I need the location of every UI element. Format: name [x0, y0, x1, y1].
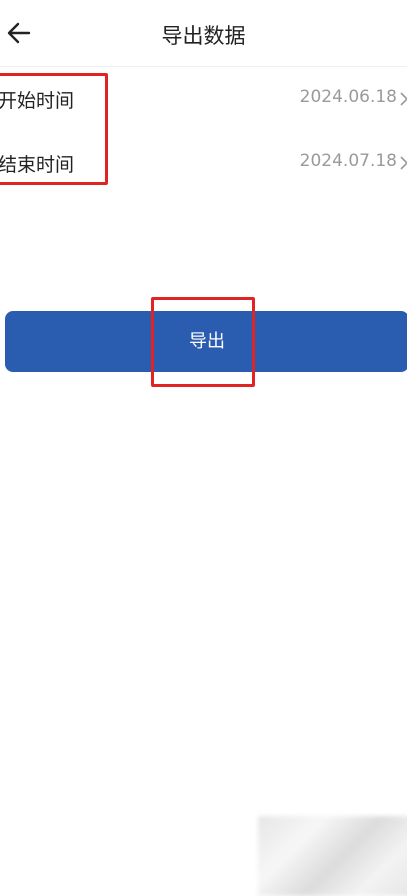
end-time-row[interactable]: 结束时间 2024.07.18 — [0, 139, 407, 187]
start-time-label: 开始时间 — [0, 90, 75, 112]
export-button-label: 导出 — [189, 331, 225, 351]
export-button[interactable]: 导出 — [5, 311, 407, 372]
end-time-label: 结束时间 — [0, 154, 75, 176]
watermark — [258, 816, 407, 896]
end-time-value: 2024.07.18 — [299, 151, 397, 171]
start-time-row[interactable]: 开始时间 2024.06.18 — [0, 75, 407, 123]
chevron-right-icon — [400, 92, 407, 106]
page-title: 导出数据 — [161, 24, 246, 48]
start-time-value: 2024.06.18 — [299, 87, 397, 107]
app-bar: 导出数据 — [0, 0, 407, 67]
chevron-right-icon — [400, 156, 407, 170]
